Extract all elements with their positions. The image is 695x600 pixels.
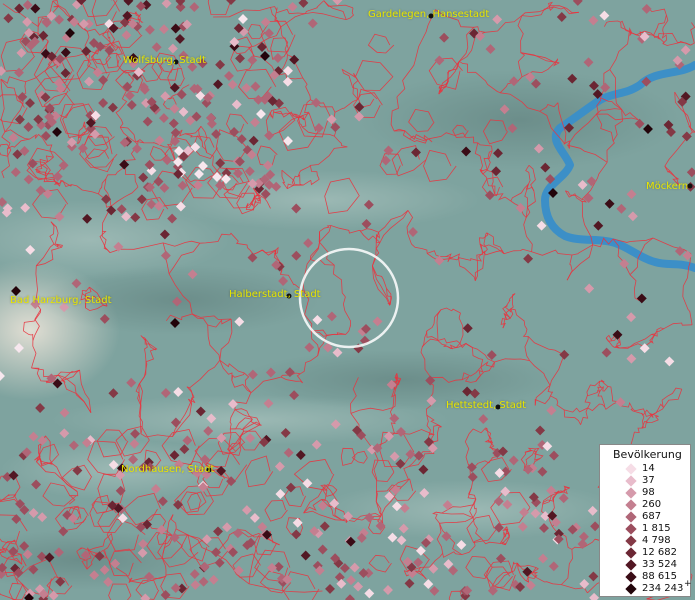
legend-label: 98 bbox=[642, 487, 655, 498]
legend-title: Bevölkerung bbox=[613, 448, 682, 461]
legend-label: 260 bbox=[642, 499, 662, 510]
legend-swatch bbox=[625, 547, 637, 559]
legend-row: 33 524 bbox=[600, 559, 692, 571]
legend-label: 33 524 bbox=[642, 559, 677, 570]
legend-row: 98 bbox=[600, 487, 692, 499]
city-label-nordhausen[interactable]: Nordhausen, Stadt bbox=[121, 464, 214, 475]
city-label-halberstadt[interactable]: Halberstadt, Stadt bbox=[229, 289, 321, 300]
legend-swatch bbox=[625, 511, 637, 523]
legend-row: 687 bbox=[600, 511, 692, 523]
legend-swatch bbox=[625, 571, 637, 583]
legend-swatch bbox=[625, 559, 637, 571]
legend-swatch bbox=[625, 523, 637, 535]
legend-label: 12 682 bbox=[642, 547, 677, 558]
legend-swatch bbox=[625, 583, 637, 595]
legend-row: 4 798 bbox=[600, 535, 692, 547]
city-label-moeckern[interactable]: Möckern bbox=[646, 181, 688, 192]
legend-swatch bbox=[625, 535, 637, 547]
city-label-bad-harzburg[interactable]: Bad Harzburg, Stadt bbox=[10, 295, 112, 306]
legend-label: 37 bbox=[642, 475, 655, 486]
legend-row: 14 bbox=[600, 463, 692, 475]
legend-swatch bbox=[625, 475, 637, 487]
legend-label: 687 bbox=[642, 511, 662, 522]
city-label-gardelegen[interactable]: Gardelegen, Hansestadt bbox=[368, 9, 489, 20]
city-label-wolfsburg[interactable]: Wolfsburg, Stadt bbox=[123, 55, 206, 66]
legend-row: 234 243 + bbox=[600, 579, 692, 595]
legend-swatch bbox=[625, 463, 637, 475]
legend-row: 1 815 bbox=[600, 523, 692, 535]
legend-swatch bbox=[625, 487, 637, 499]
legend-swatch bbox=[625, 499, 637, 511]
legend-label: 1 815 bbox=[642, 523, 671, 534]
legend-row: 88 615 bbox=[600, 571, 692, 583]
legend-row: 37 bbox=[600, 475, 692, 487]
legend-label: 88 615 bbox=[642, 571, 677, 582]
legend-label: 14 bbox=[642, 463, 655, 474]
population-legend: Bevölkerung 14 37 98 260 687 1 815 4 798… bbox=[599, 444, 692, 597]
legend-row: 260 bbox=[600, 499, 692, 511]
legend-plus: + bbox=[684, 579, 692, 589]
legend-row: 12 682 bbox=[600, 547, 692, 559]
legend-label: 234 243 bbox=[642, 583, 684, 594]
city-label-hettstedt[interactable]: Hettstedt, Stadt bbox=[446, 400, 526, 411]
legend-label: 4 798 bbox=[642, 535, 671, 546]
